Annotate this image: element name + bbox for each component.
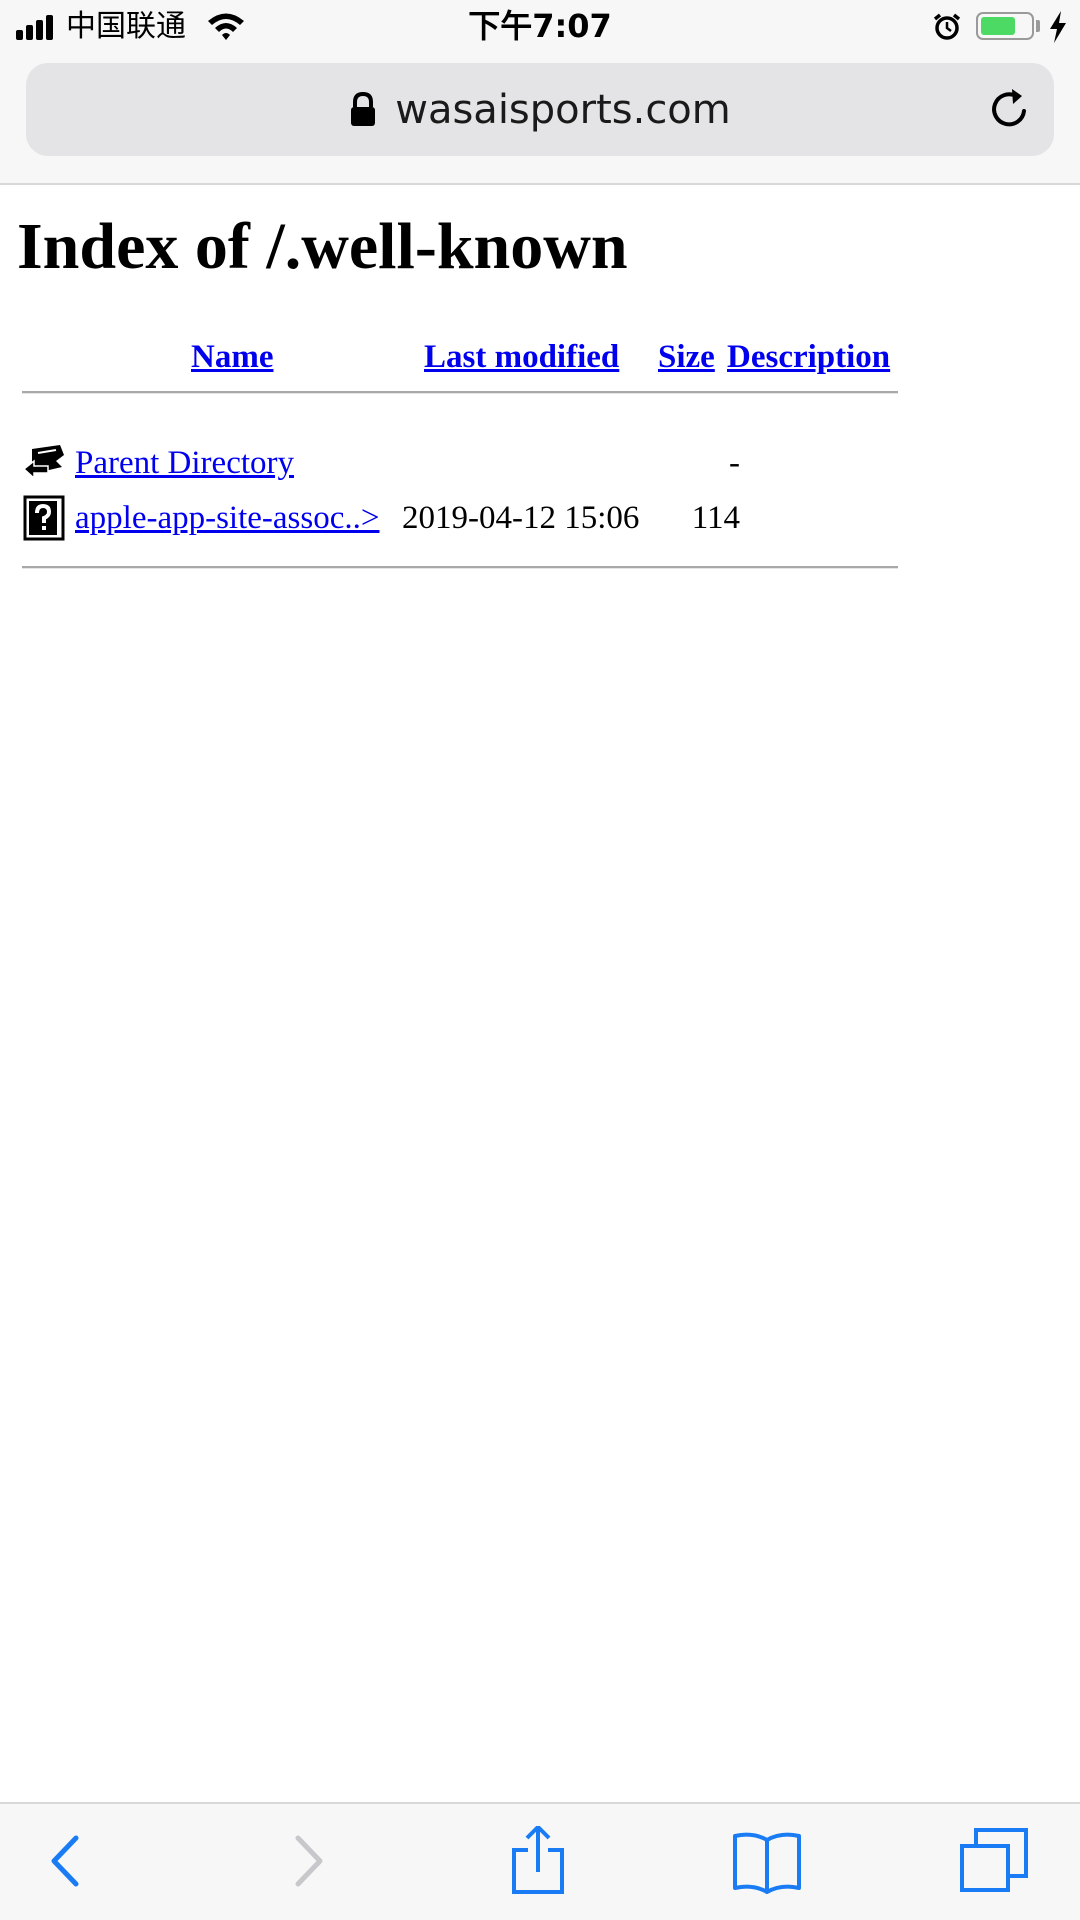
browser-top-chrome: 中国联通 下午7:07 wasaisports.com	[0, 0, 1080, 185]
footer-divider	[22, 566, 898, 569]
battery-tip	[1036, 20, 1040, 32]
battery-level	[981, 17, 1015, 35]
row-size: 114	[691, 500, 740, 536]
column-header-size[interactable]: Size	[658, 335, 715, 379]
listing-row: apple-app-site-assoc..> 2019-04-12 15:06…	[22, 494, 898, 546]
row-size: -	[729, 445, 740, 481]
page-content: Index of /.well-known Name Last modified…	[0, 185, 1080, 1802]
lock-icon	[351, 91, 376, 126]
status-bar: 中国联通 下午7:07	[0, 0, 1080, 56]
page-title: Index of /.well-known	[17, 210, 628, 283]
file-link[interactable]: apple-app-site-assoc..>	[75, 496, 380, 540]
column-header-name[interactable]: Name	[191, 335, 273, 379]
listing-row-parent	[22, 623, 898, 675]
unknown-file-icon	[23, 495, 65, 541]
tabs-icon[interactable]	[956, 1826, 1036, 1896]
parent-directory-link[interactable]: Parent Directory	[75, 441, 294, 485]
url-text: wasaisports.com	[395, 86, 731, 133]
back-folder-icon	[22, 445, 64, 480]
safari-screen: 中国联通 下午7:07 wasaisports.com Index of /.w…	[0, 0, 1080, 1920]
charging-bolt-icon	[1050, 11, 1066, 43]
battery-icon	[976, 12, 1034, 40]
share-icon[interactable]	[498, 1826, 578, 1896]
column-header-last-modified[interactable]: Last modified	[424, 335, 619, 379]
bookmarks-icon[interactable]	[727, 1826, 807, 1896]
column-header-description[interactable]: Description	[727, 335, 890, 379]
header-divider	[22, 391, 898, 394]
address-bar[interactable]: wasaisports.com	[26, 63, 1054, 156]
browser-toolbar	[0, 1802, 1080, 1920]
status-time: 下午7:07	[468, 7, 612, 45]
alarm-icon	[933, 13, 961, 40]
row-last-modified: 2019-04-12 15:06	[402, 500, 640, 536]
forward-icon[interactable]	[266, 1826, 346, 1896]
listing-row: Parent Directory -	[22, 439, 898, 491]
reload-icon[interactable]	[986, 85, 1034, 133]
back-icon[interactable]	[28, 1826, 108, 1896]
